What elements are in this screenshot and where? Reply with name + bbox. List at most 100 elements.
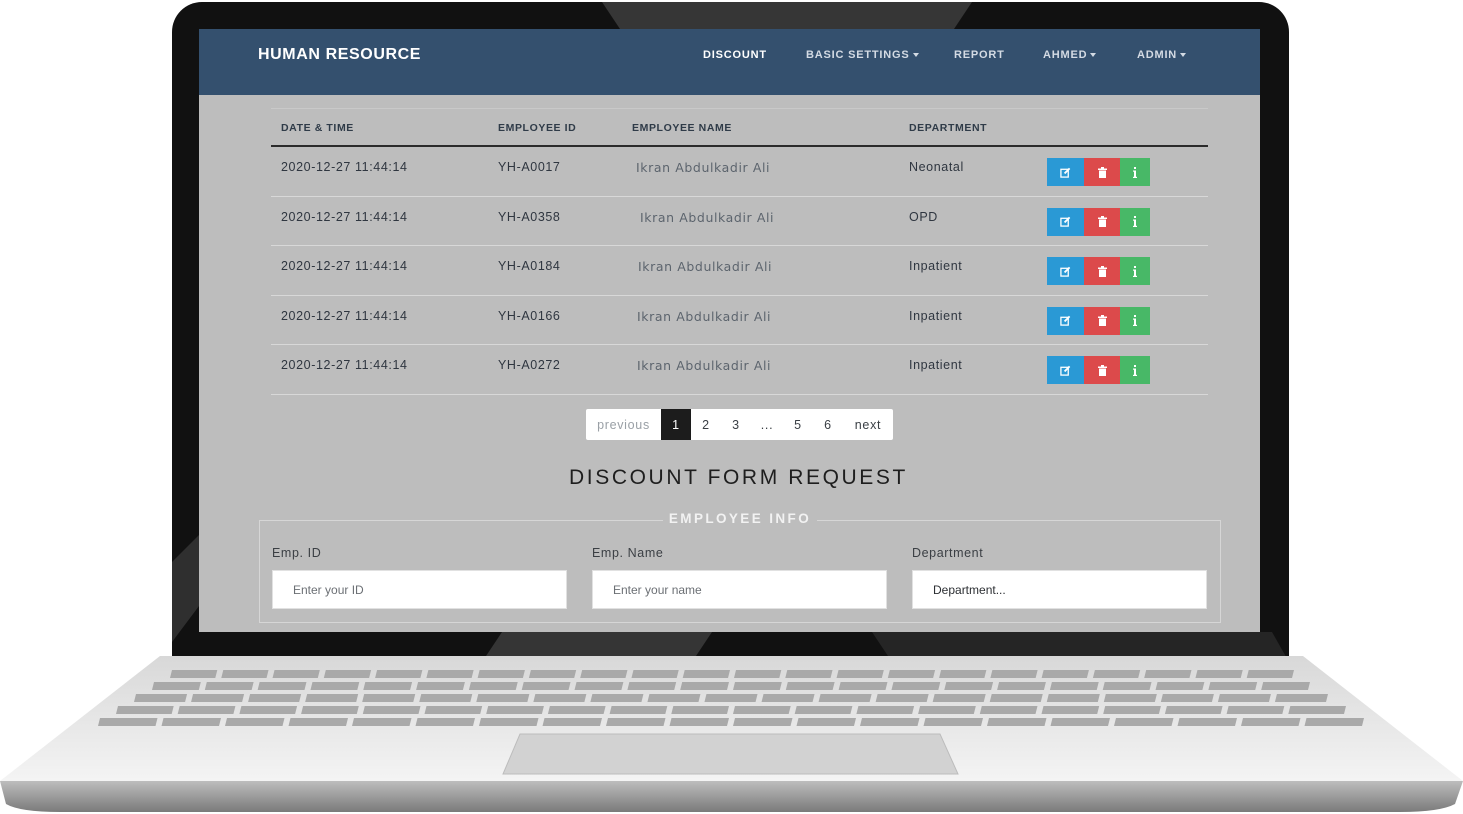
info-button[interactable] xyxy=(1120,158,1150,186)
cell-department: OPD xyxy=(909,209,938,224)
trash-icon xyxy=(1097,315,1107,326)
page-next[interactable]: next xyxy=(843,409,893,440)
table-row: 2020-12-27 11:44:14 YH-A0358 Ikran Abdulka… xyxy=(271,197,1208,246)
table-row: 2020-12-27 11:44:14 YH-A0272 Ikran Abdulka… xyxy=(271,345,1208,395)
info-button[interactable] xyxy=(1120,207,1150,236)
cell-employee-id: YH-A0017 xyxy=(498,160,561,174)
row-actions xyxy=(1047,207,1150,236)
nav-discount[interactable]: DISCOUNT xyxy=(703,49,767,61)
header-employee-name: EMPLOYEE NAME xyxy=(632,122,732,134)
department-label: Department xyxy=(912,546,984,560)
caret-down-icon xyxy=(1090,53,1097,58)
cell-employee-id: YH-A0358 xyxy=(498,209,561,224)
legend-text: EMPLOYEE INFO xyxy=(662,511,818,526)
cell-datetime: 2020-12-27 11:44:14 xyxy=(281,259,408,273)
delete-button[interactable] xyxy=(1084,356,1120,384)
header-datetime: DATE & TIME xyxy=(281,122,354,134)
employee-info-fieldset: EMPLOYEE INFO Emp. ID Enter your ID Emp.… xyxy=(259,511,1221,623)
trash-icon xyxy=(1097,216,1107,227)
top-navbar: HUMAN RESOURCE DISCOUNT BASIC SETTINGS R… xyxy=(199,29,1260,95)
cell-employee-id: YH-A0166 xyxy=(498,308,561,323)
edit-icon xyxy=(1060,365,1071,376)
edit-button[interactable] xyxy=(1047,306,1084,335)
page-6[interactable]: 6 xyxy=(813,409,843,440)
trash-icon xyxy=(1097,265,1107,277)
nav-report[interactable]: REPORT xyxy=(954,49,1005,61)
header-employee-id: EMPLOYEE ID xyxy=(498,122,577,134)
page-5[interactable]: 5 xyxy=(783,409,813,440)
row-actions xyxy=(1047,356,1150,384)
table-body: 2020-12-27 11:44:14 YH-A0017 Ikran Abdulka… xyxy=(271,147,1208,395)
nav-basic-settings-label: BASIC SETTINGS xyxy=(806,49,910,61)
department-input[interactable]: Department... xyxy=(912,570,1207,609)
nav-ahmed[interactable]: AHMED xyxy=(1043,49,1097,61)
brand-title[interactable]: HUMAN RESOURCE xyxy=(258,46,421,64)
cell-datetime: 2020-12-27 11:44:14 xyxy=(281,308,408,323)
info-icon xyxy=(1133,265,1137,277)
cell-datetime: 2020-12-27 11:44:14 xyxy=(281,358,408,372)
table-header: DATE & TIME EMPLOYEE ID EMPLOYEE NAME DE… xyxy=(271,108,1208,147)
cell-employee-name: Ikran Abdulkadir Ali xyxy=(637,308,772,324)
trash-icon xyxy=(1097,166,1107,178)
info-icon xyxy=(1133,364,1137,376)
caret-down-icon xyxy=(912,53,919,58)
edit-icon xyxy=(1060,266,1071,277)
page-3[interactable]: 3 xyxy=(721,409,751,440)
info-button[interactable] xyxy=(1120,306,1150,335)
emp-id-label: Emp. ID xyxy=(272,546,322,560)
page-previous[interactable]: previous xyxy=(586,409,661,440)
cell-employee-id: YH-A0184 xyxy=(498,259,561,273)
row-actions xyxy=(1047,257,1150,285)
page-ellipsis: ... xyxy=(760,417,774,432)
emp-name-label: Emp. Name xyxy=(592,546,664,560)
cell-department: Inpatient xyxy=(909,358,963,372)
info-button[interactable] xyxy=(1120,257,1150,285)
header-department: DEPARTMENT xyxy=(909,122,988,134)
trash-icon xyxy=(1097,364,1107,376)
info-icon xyxy=(1133,315,1137,326)
cell-employee-name: Ikran Abdulkadir Ali xyxy=(637,358,772,373)
page-2[interactable]: 2 xyxy=(691,409,721,440)
pagination: previous 1 2 3 ... 5 6 next xyxy=(586,409,893,440)
page-1[interactable]: 1 xyxy=(661,409,691,440)
table-row: 2020-12-27 11:44:14 YH-A0166 Ikran Abdulka… xyxy=(271,296,1208,345)
nav-admin-label: ADMIN xyxy=(1137,49,1178,61)
delete-button[interactable] xyxy=(1084,257,1120,285)
nav-report-label: REPORT xyxy=(954,49,1005,61)
row-actions xyxy=(1047,306,1150,335)
edit-button[interactable] xyxy=(1047,257,1084,285)
info-button[interactable] xyxy=(1120,356,1150,384)
info-icon xyxy=(1133,166,1137,178)
cell-datetime: 2020-12-27 11:44:14 xyxy=(281,160,408,174)
cell-department: Inpatient xyxy=(909,259,963,273)
delete-button[interactable] xyxy=(1084,306,1120,335)
table-row: 2020-12-27 11:44:14 YH-A0184 Ikran Abdulka… xyxy=(271,246,1208,296)
app-screen: HUMAN RESOURCE DISCOUNT BASIC SETTINGS R… xyxy=(199,29,1260,632)
discount-table: DATE & TIME EMPLOYEE ID EMPLOYEE NAME DE… xyxy=(271,108,1208,395)
caret-down-icon xyxy=(1180,53,1187,58)
cell-employee-name: Ikran Abdulkadir Ali xyxy=(636,160,771,175)
edit-button[interactable] xyxy=(1047,356,1084,384)
nav-discount-label: DISCOUNT xyxy=(703,49,767,61)
table-row: 2020-12-27 11:44:14 YH-A0017 Ikran Abdulka… xyxy=(271,147,1208,197)
cell-datetime: 2020-12-27 11:44:14 xyxy=(281,209,408,224)
delete-button[interactable] xyxy=(1084,158,1120,186)
cell-employee-id: YH-A0272 xyxy=(498,358,561,372)
emp-name-input[interactable]: Enter your name xyxy=(592,570,887,609)
edit-icon xyxy=(1060,315,1071,326)
edit-icon xyxy=(1060,216,1071,227)
edit-button[interactable] xyxy=(1047,158,1084,186)
cell-employee-name: Ikran Abdulkadir Ali xyxy=(638,259,773,274)
cell-employee-name: Ikran Abdulkadir Ali xyxy=(640,209,775,225)
laptop-base xyxy=(0,656,1463,812)
form-title: DISCOUNT FORM REQUEST xyxy=(569,466,908,489)
edit-icon xyxy=(1060,167,1071,178)
nav-admin[interactable]: ADMIN xyxy=(1137,49,1187,61)
delete-button[interactable] xyxy=(1084,207,1120,236)
emp-id-input[interactable]: Enter your ID xyxy=(272,570,567,609)
cell-department: Neonatal xyxy=(909,160,964,174)
nav-basic-settings[interactable]: BASIC SETTINGS xyxy=(806,49,919,61)
edit-button[interactable] xyxy=(1047,207,1084,236)
fieldset-legend: EMPLOYEE INFO xyxy=(260,510,1220,528)
nav-ahmed-label: AHMED xyxy=(1043,49,1088,61)
